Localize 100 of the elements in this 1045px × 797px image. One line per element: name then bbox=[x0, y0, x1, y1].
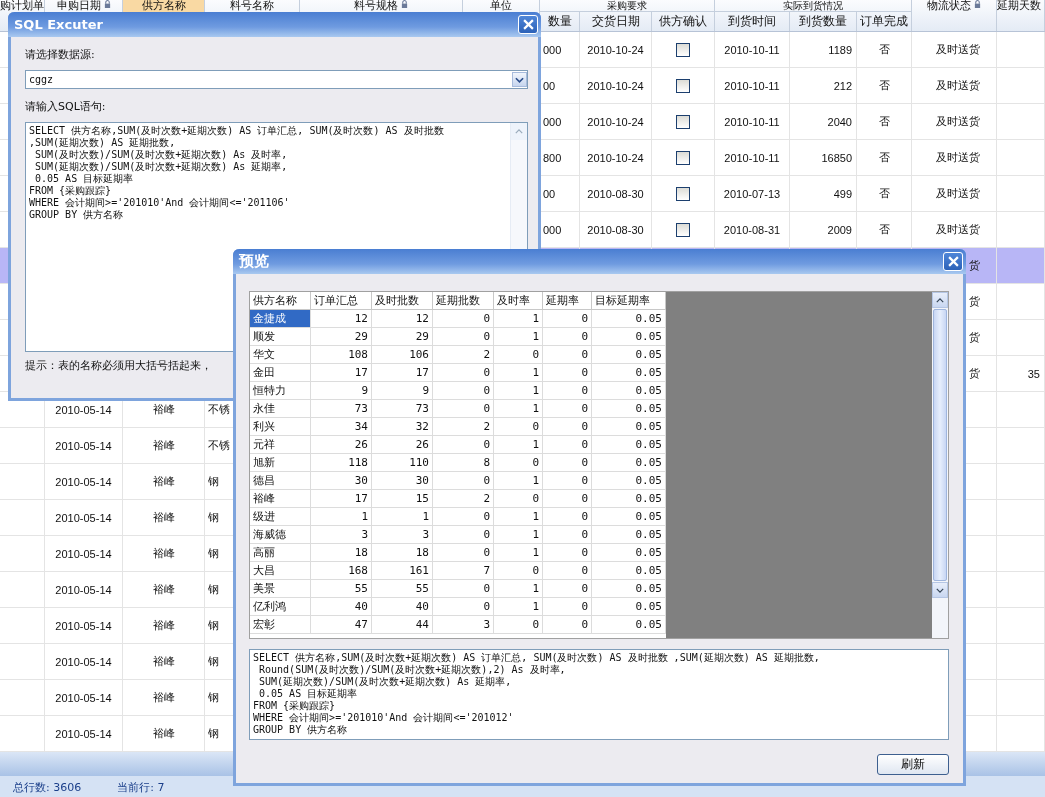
table-cell: 2010-05-14 bbox=[55, 655, 112, 668]
column-header[interactable]: 延期率 bbox=[543, 292, 592, 310]
table-cell: 0.05 bbox=[592, 436, 666, 454]
table-cell: 及时送货 bbox=[936, 114, 980, 129]
table-cell: 1 bbox=[494, 310, 543, 328]
table-cell: 0 bbox=[543, 508, 592, 526]
scrollbar[interactable] bbox=[932, 292, 948, 638]
table-cell: 0 bbox=[543, 562, 592, 580]
table-cell: 2 bbox=[433, 490, 494, 508]
checkbox[interactable] bbox=[676, 42, 690, 57]
table-cell[interactable]: 金田 bbox=[250, 364, 311, 382]
table-cell: 1 bbox=[494, 382, 543, 400]
table-cell: 裕峰 bbox=[152, 726, 175, 741]
table-cell: 0 bbox=[543, 400, 592, 418]
table-cell: 0 bbox=[543, 472, 592, 490]
table-cell[interactable]: 永佳 bbox=[250, 400, 311, 418]
table-cell: 0 bbox=[494, 454, 543, 472]
column-header[interactable]: 交货日期 bbox=[580, 12, 652, 31]
table-cell: 2040 bbox=[827, 115, 852, 128]
refresh-button[interactable]: 刷新 bbox=[877, 754, 949, 775]
table-cell[interactable]: 裕峰 bbox=[250, 490, 311, 508]
table-cell[interactable]: 旭新 bbox=[250, 454, 311, 472]
column-header[interactable]: 物流状态 bbox=[912, 0, 997, 31]
checkbox[interactable] bbox=[676, 150, 690, 165]
checkbox[interactable] bbox=[676, 78, 690, 93]
table-cell: 1 bbox=[494, 436, 543, 454]
table-cell: 0.05 bbox=[592, 472, 666, 490]
table-cell: 裕峰 bbox=[152, 546, 175, 561]
table-cell: 0 bbox=[433, 508, 494, 526]
column-header[interactable]: 到货时间 bbox=[715, 12, 790, 31]
checkbox[interactable] bbox=[676, 222, 690, 237]
table-cell: 1 bbox=[494, 544, 543, 562]
table-cell[interactable]: 恒特力 bbox=[250, 382, 311, 400]
table-cell: 2010-10-24 bbox=[587, 43, 644, 56]
table-cell: 0 bbox=[433, 436, 494, 454]
table-cell: 及时送货 bbox=[936, 150, 980, 165]
table-cell: 32 bbox=[372, 418, 433, 436]
table-cell: 2010-05-14 bbox=[55, 619, 112, 632]
table-cell[interactable]: 利兴 bbox=[250, 418, 311, 436]
table-cell: 00 bbox=[543, 187, 556, 200]
column-header[interactable]: 及时批数 bbox=[372, 292, 433, 310]
table-cell: 30 bbox=[372, 472, 433, 490]
table-cell: 1 bbox=[494, 364, 543, 382]
table-cell: 否 bbox=[878, 78, 890, 93]
column-header[interactable]: 及时率 bbox=[494, 292, 543, 310]
table-cell: 及时送货 bbox=[936, 222, 980, 237]
close-button[interactable] bbox=[943, 252, 963, 271]
checkbox[interactable] bbox=[676, 186, 690, 201]
table-cell: 30 bbox=[311, 472, 372, 490]
column-header[interactable]: 延期批数 bbox=[433, 292, 494, 310]
table-cell: 0.05 bbox=[592, 598, 666, 616]
table-cell: 2010-10-11 bbox=[724, 115, 780, 128]
table-cell[interactable]: 级进 bbox=[250, 508, 311, 526]
table-cell: 裕峰 bbox=[152, 690, 175, 705]
table-cell[interactable]: 美景 bbox=[250, 580, 311, 598]
table-cell: 499 bbox=[833, 187, 852, 200]
close-button[interactable] bbox=[518, 15, 538, 34]
table-cell: 钢 bbox=[208, 474, 219, 489]
column-header[interactable]: 订单汇总 bbox=[311, 292, 372, 310]
table-cell: 0 bbox=[433, 328, 494, 346]
table-cell: 0 bbox=[433, 310, 494, 328]
table-cell: 12 bbox=[372, 310, 433, 328]
table-cell: 裕峰 bbox=[152, 654, 175, 669]
table-cell: 0 bbox=[543, 598, 592, 616]
data-source-dropdown[interactable]: cggz bbox=[25, 70, 528, 89]
table-cell[interactable]: 海威德 bbox=[250, 526, 311, 544]
table-cell: 2010-05-14 bbox=[55, 403, 112, 416]
column-header[interactable]: 目标延期率 bbox=[592, 292, 666, 310]
table-cell: 0.05 bbox=[592, 328, 666, 346]
table-cell: 000 bbox=[543, 115, 562, 128]
column-header[interactable]: 供方名称 bbox=[250, 292, 311, 310]
table-cell: 2010-05-14 bbox=[55, 727, 112, 740]
table-cell: 110 bbox=[372, 454, 433, 472]
table-cell[interactable]: 大昌 bbox=[250, 562, 311, 580]
lock-icon bbox=[401, 0, 408, 9]
table-cell: 161 bbox=[372, 562, 433, 580]
table-cell[interactable]: 德昌 bbox=[250, 472, 311, 490]
column-header[interactable]: 供方确认 bbox=[652, 12, 715, 31]
table-cell: 0 bbox=[433, 580, 494, 598]
table-cell: 2010-10-11 bbox=[724, 151, 780, 164]
column-header[interactable]: 订单完成 bbox=[857, 12, 912, 31]
table-cell: 0.05 bbox=[592, 616, 666, 634]
column-header[interactable]: 延期天数 bbox=[997, 0, 1045, 31]
table-cell[interactable]: 高丽 bbox=[250, 544, 311, 562]
table-cell: 8 bbox=[433, 454, 494, 472]
table-cell[interactable]: 元祥 bbox=[250, 436, 311, 454]
table-cell: 0 bbox=[543, 490, 592, 508]
table-cell[interactable]: 金捷成 bbox=[250, 310, 311, 328]
table-cell[interactable]: 宏彰 bbox=[250, 616, 311, 634]
table-cell[interactable]: 亿利鸿 bbox=[250, 598, 311, 616]
table-cell: 2 bbox=[433, 418, 494, 436]
table-cell: 0.05 bbox=[592, 454, 666, 472]
table-cell: 0.05 bbox=[592, 580, 666, 598]
sql-editor[interactable] bbox=[249, 649, 949, 740]
column-header[interactable]: 到货数量 bbox=[790, 12, 857, 31]
table-cell: 000 bbox=[543, 223, 562, 236]
table-cell[interactable]: 顺发 bbox=[250, 328, 311, 346]
window-title: SQL Excuter bbox=[14, 17, 103, 32]
table-cell[interactable]: 华文 bbox=[250, 346, 311, 364]
checkbox[interactable] bbox=[676, 114, 690, 129]
